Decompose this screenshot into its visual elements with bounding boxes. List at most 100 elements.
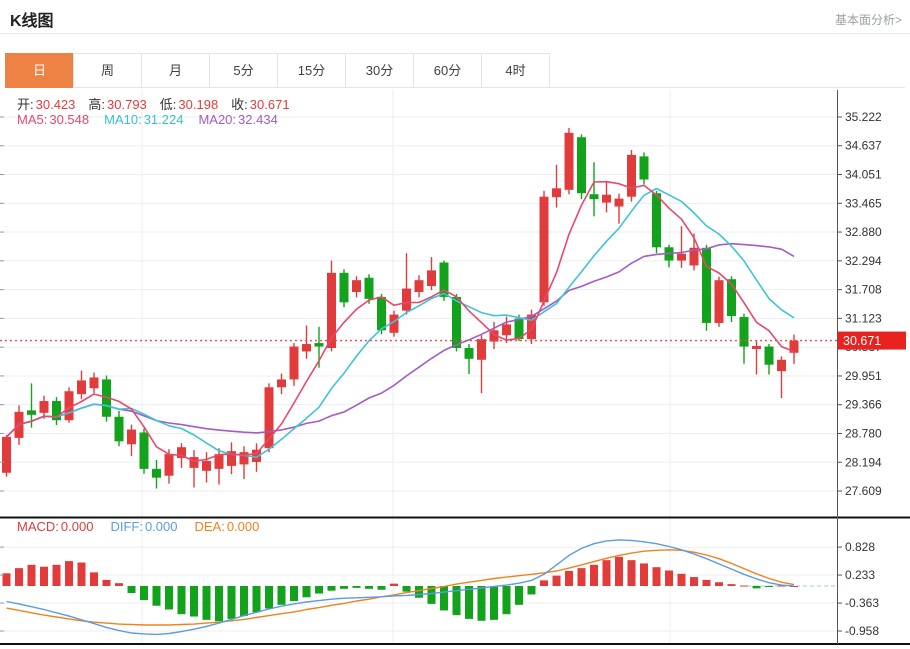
ma5-line [7, 182, 795, 461]
axis-tick-label: 28.194 [845, 455, 882, 469]
macd-bar [53, 565, 61, 586]
ohlc-item: 低:30.198 [160, 94, 218, 113]
macd-bar [465, 586, 473, 619]
macd-bar [565, 571, 573, 586]
macd-bar [415, 586, 423, 598]
candle-body [565, 133, 574, 190]
macd-bar [240, 586, 248, 616]
candle-body [552, 188, 561, 197]
candle-body [765, 347, 774, 365]
candle-body [590, 194, 599, 199]
candle-body [165, 454, 174, 476]
candle-body [140, 432, 149, 468]
axis-tick-label: -0.363 [845, 596, 879, 610]
candle-body [40, 401, 49, 413]
macd-bar [15, 568, 23, 586]
macd-bar [740, 586, 748, 587]
macd-bar [653, 567, 661, 586]
macd-item: DIFF:0.000 [110, 519, 177, 534]
macd-bar [153, 586, 161, 606]
tab-bar-filler [550, 53, 905, 88]
axis-tick-label: 29.951 [845, 369, 882, 383]
candle-body [615, 199, 624, 207]
candle-body [652, 193, 661, 247]
tab-interval-6[interactable]: 30分 [345, 53, 414, 88]
candle-body [677, 254, 686, 261]
candle-body [752, 346, 761, 349]
tab-interval-7[interactable]: 60分 [413, 53, 482, 88]
fundamental-analysis-link[interactable]: 基本面分析> [835, 11, 902, 28]
candle-body [402, 289, 411, 311]
candle-body [465, 348, 474, 359]
diff-line [7, 540, 795, 635]
macd-readout: MACD:0.000DIFF:0.000DEA:0.000 [17, 519, 259, 534]
price-tag-value: 30.671 [843, 334, 881, 348]
axis-tick-label: 27.609 [845, 484, 882, 498]
macd-bar [28, 565, 36, 586]
y-axis: 35.22234.63734.05133.46532.88032.29431.7… [0, 90, 882, 644]
candle-body [377, 297, 386, 330]
candle-body [190, 457, 199, 468]
tab-interval-5[interactable]: 15分 [277, 53, 346, 88]
candle-body [77, 380, 86, 394]
tab-interval-8[interactable]: 4时 [481, 53, 550, 88]
axis-tick-label: 31.123 [845, 311, 882, 325]
ma10-line [7, 189, 795, 458]
candle-body [315, 343, 324, 346]
axis-tick-label: -0.958 [845, 624, 879, 638]
macd-bar [378, 586, 386, 590]
tab-interval-3[interactable]: 月 [141, 53, 210, 88]
macd-bar [115, 583, 123, 586]
candle-body [202, 461, 211, 471]
candle-body [2, 437, 11, 473]
candle-body [365, 278, 374, 299]
kline-panel: K线图 基本面分析> 日周月5分15分30分60分4时 35.22234.637… [0, 0, 910, 649]
macd-bar [303, 586, 311, 597]
macd-bar [190, 586, 198, 617]
macd-bar [490, 586, 498, 620]
candle-body [577, 137, 586, 193]
axis-tick-label: 31.708 [845, 283, 882, 297]
macd-bar [365, 586, 373, 589]
macd-bar [528, 586, 536, 594]
candle-body [302, 344, 311, 351]
ma-item: MA10:31.224 [104, 112, 183, 127]
macd-bar [290, 586, 298, 601]
candle-body [340, 273, 349, 302]
kline-chart-canvas[interactable]: 35.22234.63734.05133.46532.88032.29431.7… [0, 88, 910, 649]
macd-bar [315, 586, 323, 594]
macd-bar [640, 563, 648, 586]
candle-body [640, 156, 649, 179]
macd-bar [515, 586, 523, 605]
axis-tick-label: 29.366 [845, 398, 882, 412]
ma-readout: MA5:30.548MA10:31.224MA20:32.434 [17, 112, 278, 127]
axis-tick-label: 34.637 [845, 139, 882, 153]
candle-body [27, 410, 36, 414]
tab-interval-2[interactable]: 周 [73, 53, 142, 88]
macd-bar [253, 586, 261, 612]
candlestick-series [2, 128, 799, 489]
macd-bar [628, 560, 636, 586]
tab-interval-1[interactable]: 日 [5, 53, 74, 88]
macd-bar [265, 586, 273, 609]
candle-body [152, 469, 161, 478]
macd-bar [665, 570, 673, 586]
macd-bar [503, 586, 511, 614]
candle-body [352, 280, 361, 292]
macd-bar [215, 586, 223, 621]
candle-body [427, 270, 436, 286]
tab-interval-4[interactable]: 5分 [209, 53, 278, 88]
macd-bar [478, 586, 486, 621]
axis-tick-label: 34.051 [845, 168, 882, 182]
macd-bar [678, 574, 686, 586]
macd-bar [278, 586, 286, 605]
macd-bar [128, 586, 136, 593]
ohlc-item: 开:30.423 [17, 94, 75, 113]
axis-tick-label: 32.880 [845, 225, 882, 239]
macd-item: DEA:0.000 [194, 519, 259, 534]
macd-bar [753, 586, 761, 588]
candle-body [715, 280, 724, 323]
macd-bar [40, 567, 48, 586]
macd-bar [590, 565, 598, 586]
macd-bar [765, 586, 773, 587]
